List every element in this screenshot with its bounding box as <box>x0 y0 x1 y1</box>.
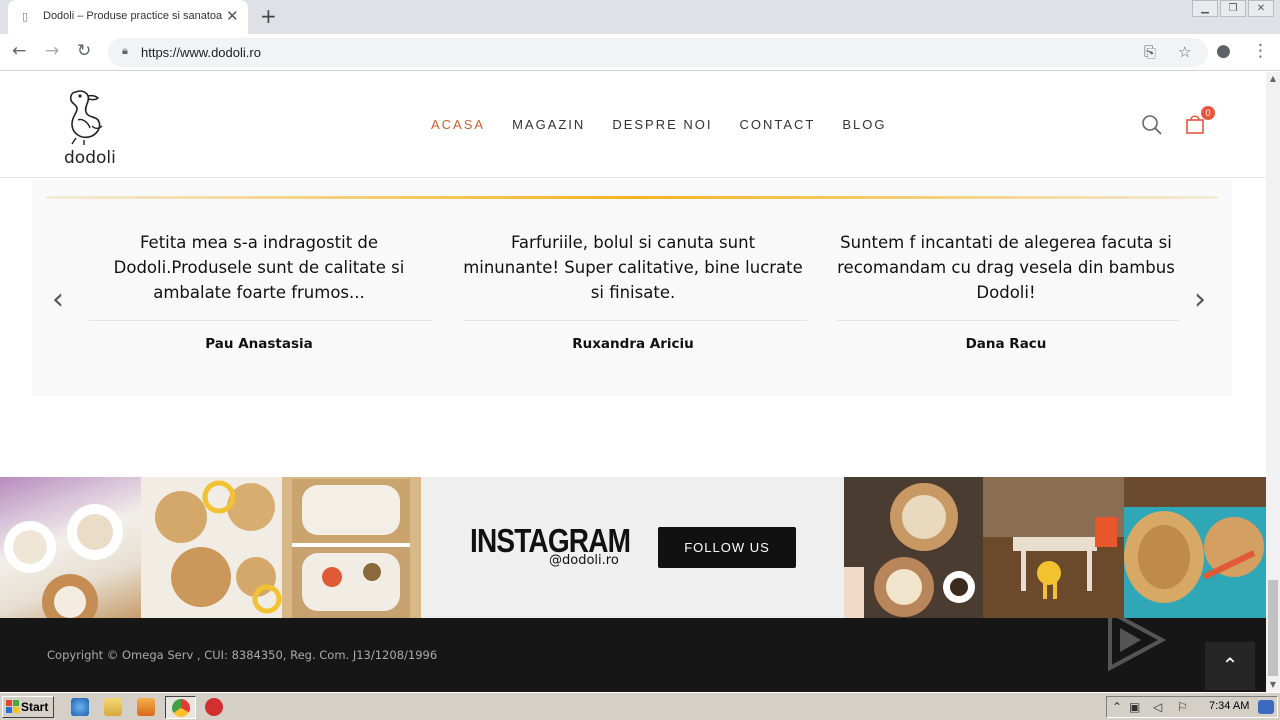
close-window-button[interactable]: ✕ <box>1248 0 1274 17</box>
maximize-button[interactable]: ❐ <box>1220 0 1246 17</box>
logo-text: dodoli <box>64 148 116 168</box>
browser-tabbar: ▯ Dodoli – Produse practice si sanatoa ✕… <box>0 0 1280 34</box>
instagram-photo[interactable] <box>0 477 141 618</box>
security-alert-icon[interactable] <box>205 698 223 716</box>
page-favicon-icon: ▯ <box>22 10 29 23</box>
browser-toolbar: ← → ↻ 🔒︎ https://www.dodoli.ro ⎘ ☆ ● ⋮ <box>0 34 1280 71</box>
back-icon[interactable]: ← <box>12 41 26 61</box>
chrome-icon[interactable] <box>172 699 190 717</box>
testimonial-text: Farfuriile, bolul si canuta sunt minunan… <box>463 233 803 302</box>
cart-count-badge: 0 <box>1201 106 1215 120</box>
menu-item-blog[interactable]: BLOG <box>842 117 886 132</box>
divider <box>463 320 807 321</box>
close-tab-icon[interactable]: ✕ <box>226 7 239 25</box>
internet-explorer-icon[interactable] <box>71 698 89 716</box>
bookmark-star-icon[interactable]: ☆ <box>1178 43 1191 61</box>
main-menu: ACASA MAGAZIN DESPRE NOI CONTACT BLOG <box>431 117 914 132</box>
start-label: Start <box>21 700 49 714</box>
testimonial-author: Ruxandra Ariciu <box>572 336 694 352</box>
clock: 7:34 AM <box>1209 700 1250 712</box>
instagram-handle: @dodoli.ro <box>549 553 619 568</box>
scroll-thumb[interactable] <box>1268 580 1278 676</box>
divider <box>836 320 1180 321</box>
next-arrow-icon[interactable]: › <box>1194 285 1206 315</box>
breakfast-plates-image <box>844 483 975 618</box>
instagram-photo[interactable] <box>282 477 421 618</box>
window-controls: ▁ ❐ ✕ <box>1190 0 1274 18</box>
section-divider <box>46 196 1218 199</box>
minimize-button[interactable]: ▁ <box>1192 0 1218 17</box>
testimonial-card: Suntem f incantati de alegerea facuta si… <box>836 230 1180 352</box>
menu-dots-icon[interactable]: ⋮ <box>1252 41 1269 61</box>
lock-icon: 🔒︎ <box>122 44 128 57</box>
prev-arrow-icon[interactable]: ‹ <box>52 285 64 315</box>
divider <box>89 320 433 321</box>
scroll-down-icon[interactable]: ▼ <box>1266 678 1280 692</box>
flag-icon[interactable]: ⚐ <box>1177 700 1188 714</box>
profile-icon[interactable]: ● <box>1216 41 1231 61</box>
testimonial-card: Farfuriile, bolul si canuta sunt minunan… <box>463 230 807 352</box>
show-desktop-icon[interactable] <box>1258 700 1274 714</box>
browser-tab[interactable]: ▯ Dodoli – Produse practice si sanatoa ✕ <box>8 0 248 34</box>
instagram-follow-panel: INSTAGRAM @dodoli.ro FOLLOW US <box>421 477 844 618</box>
site-header: dodoli ACASA MAGAZIN DESPRE NOI CONTACT … <box>0 72 1266 178</box>
translate-icon[interactable]: ⎘ <box>1144 43 1156 61</box>
food-bowls-image <box>4 504 123 618</box>
windows-taskbar: Start ⌃ ▣ ◁ ⚐ 7:34 AM <box>0 692 1280 720</box>
tray-expand-icon[interactable]: ⌃ <box>1112 700 1122 714</box>
menu-item-despre-noi[interactable]: DESPRE NOI <box>612 117 712 132</box>
address-bar[interactable]: 🔒︎ https://www.dodoli.ro ⎘ ☆ <box>108 38 1208 67</box>
kids-plate-image <box>292 479 410 618</box>
copyright-text: Copyright © Omega Serv , CUI: 8384350, R… <box>47 648 438 662</box>
start-button[interactable]: Start <box>2 696 54 718</box>
back-to-top-button[interactable]: ⌃ <box>1205 642 1255 690</box>
dodo-bird-icon <box>69 90 103 145</box>
kids-table-image <box>983 477 1124 599</box>
instagram-photo[interactable] <box>141 477 282 618</box>
bamboo-plates-image <box>155 480 282 614</box>
reload-icon[interactable]: ↻ <box>77 41 91 61</box>
menu-item-contact[interactable]: CONTACT <box>740 117 816 132</box>
testimonial-text: Fetita mea s-a indragostit de Dodoli.Pro… <box>113 233 405 302</box>
search-icon[interactable] <box>1141 114 1163 136</box>
testimonial-author: Dana Racu <box>965 336 1047 352</box>
instagram-photo[interactable] <box>844 477 983 618</box>
instagram-photo[interactable] <box>983 477 1124 618</box>
testimonials-section: ‹ Fetita mea s-a indragostit de Dodoli.P… <box>32 180 1232 396</box>
forward-icon[interactable]: → <box>45 41 59 61</box>
testimonial-author: Pau Anastasia <box>205 336 313 352</box>
media-player-icon[interactable] <box>137 698 155 716</box>
scroll-up-icon[interactable]: ▲ <box>1266 72 1280 86</box>
site-logo[interactable]: dodoli <box>60 86 120 168</box>
instagram-strip: INSTAGRAM @dodoli.ro FOLLOW US <box>0 477 1266 618</box>
testimonial-text: Suntem f incantati de alegerea facuta si… <box>837 233 1175 302</box>
url-text[interactable]: https://www.dodoli.ro <box>141 45 261 60</box>
testimonial-card: Fetita mea s-a indragostit de Dodoli.Pro… <box>89 230 433 352</box>
tab-title: Dodoli – Produse practice si sanatoa <box>43 10 223 22</box>
bamboo-bowl-image <box>1124 477 1266 603</box>
file-explorer-icon[interactable] <box>104 698 122 716</box>
system-tray: ⌃ ▣ ◁ ⚐ 7:34 AM <box>1106 696 1278 718</box>
page-scrollbar[interactable]: ▲ ▼ <box>1266 72 1280 692</box>
windows-logo-icon <box>6 700 19 713</box>
new-tab-button[interactable]: + <box>260 4 277 28</box>
menu-item-magazin[interactable]: MAGAZIN <box>512 117 585 132</box>
menu-item-acasa[interactable]: ACASA <box>431 117 485 132</box>
instagram-photo[interactable] <box>1124 477 1266 618</box>
website-viewport: dodoli ACASA MAGAZIN DESPRE NOI CONTACT … <box>0 72 1266 692</box>
network-icon[interactable]: ▣ <box>1129 700 1140 714</box>
site-footer: Copyright © Omega Serv , CUI: 8384350, R… <box>0 608 1266 692</box>
volume-icon[interactable]: ◁ <box>1153 700 1162 714</box>
follow-us-button[interactable]: FOLLOW US <box>658 527 796 568</box>
